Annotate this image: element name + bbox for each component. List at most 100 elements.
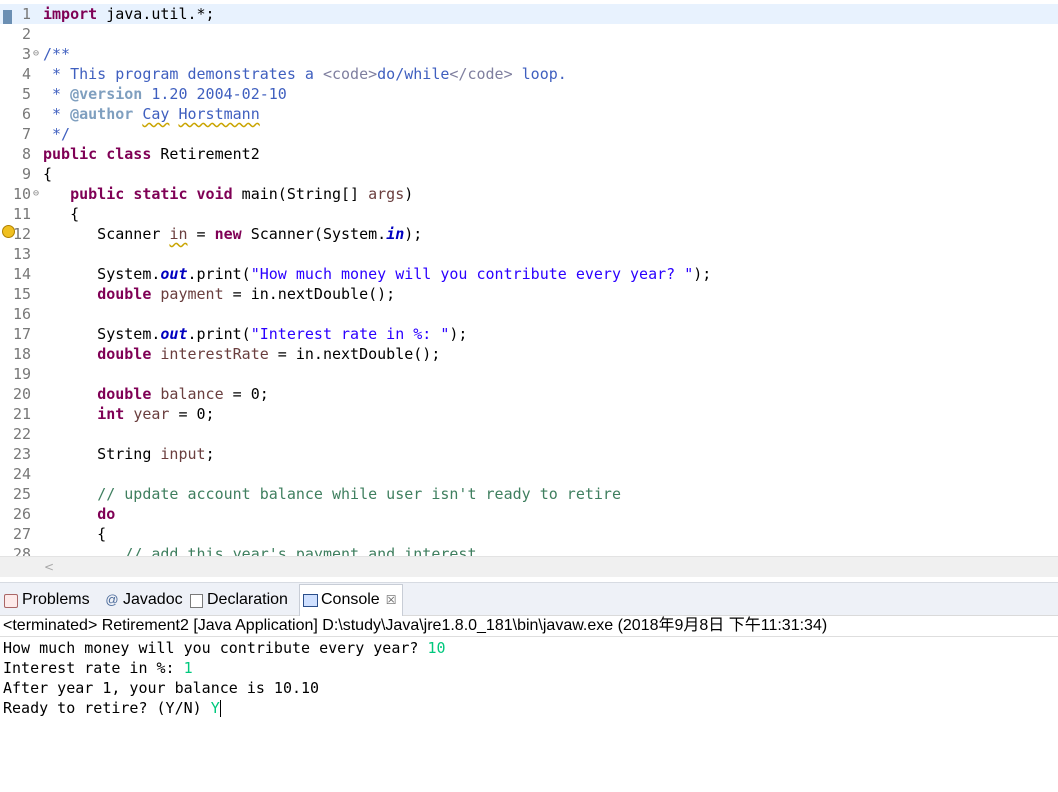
line-number: 27 <box>12 525 31 543</box>
code-text: System.out.print("Interest rate in %: ")… <box>43 325 468 343</box>
tab-declaration[interactable]: Declaration <box>188 586 288 614</box>
code-text: Scanner in = new Scanner(System.in); <box>43 225 423 243</box>
line-number: 5 <box>21 85 31 103</box>
code-text: double balance = 0; <box>97 385 269 403</box>
tab-problems[interactable]: Problems <box>3 586 90 614</box>
code-line[interactable]: 27 { <box>0 524 1058 544</box>
line-number: 2 <box>21 25 31 43</box>
bottom-panel: Problems @ Javadoc Declaration Console ☒ <ter… <box>0 582 1058 792</box>
code-line[interactable]: 4 * This program demonstrates a <code>do… <box>0 64 1058 84</box>
line-number: 4 <box>21 65 31 83</box>
console-user-input[interactable]: 1 <box>184 659 193 677</box>
line-number: 25 <box>12 485 31 503</box>
code-line[interactable]: 18 double interestRate = in.nextDouble()… <box>0 344 1058 364</box>
line-number: 11 <box>12 205 31 223</box>
line-number: 18 <box>12 345 31 363</box>
console-prompt-text: Ready to retire? (Y/N) <box>3 699 211 717</box>
code-text: // update account balance while user isn… <box>97 485 621 503</box>
line-number: 14 <box>12 265 31 283</box>
line-number: 15 <box>12 285 31 303</box>
code-editor[interactable]: 1 import java.util.*; 2 3 ⊖/** 4 * This progr… <box>0 0 1058 556</box>
console-status-line: <terminated> Retirement2 [Java Applicati… <box>0 616 1058 637</box>
line-number: 20 <box>12 385 31 403</box>
code-line[interactable]: 22 <box>0 424 1058 444</box>
code-text: * @author Cay Horstmann <box>43 105 260 123</box>
console-line: Ready to retire? (Y/N) Y <box>3 698 446 718</box>
code-line[interactable]: 11 { <box>0 204 1058 224</box>
code-line[interactable]: 13 <box>0 244 1058 264</box>
line-number: 16 <box>12 305 31 323</box>
code-text: System.out.print("How much money will yo… <box>43 265 712 283</box>
code-line[interactable]: 6 * @author Cay Horstmann <box>0 104 1058 124</box>
code-text: // add this year's payment and interest <box>124 545 477 556</box>
tab-label: Console <box>321 591 380 608</box>
console-prompt-text: After year 1, your balance is 10.10 <box>3 679 320 697</box>
line-number: 12 <box>12 225 31 243</box>
code-text: { <box>43 525 107 543</box>
code-line[interactable]: 12 Scanner in = new Scanner(System.in); <box>0 224 1058 244</box>
code-text: * @version 1.20 2004-02-10 <box>43 85 287 103</box>
code-text: double payment = in.nextDouble(); <box>97 285 396 303</box>
code-line[interactable]: 5 * @version 1.20 2004-02-10 <box>0 84 1058 104</box>
code-text: /** <box>43 45 71 63</box>
code-line[interactable]: 25 // update account balance while user … <box>0 484 1058 504</box>
code-line[interactable]: 20 double balance = 0; <box>0 384 1058 404</box>
console-line: Interest rate in %: 1 <box>3 658 446 678</box>
code-line[interactable]: 19 <box>0 364 1058 384</box>
console-user-input[interactable]: 10 <box>427 639 445 657</box>
code-line[interactable]: 28 // add this year's payment and intere… <box>0 544 1058 556</box>
fold-toggle-icon[interactable]: ⊖ <box>31 184 41 204</box>
code-text: { <box>43 165 53 183</box>
code-line[interactable]: 9{ <box>0 164 1058 184</box>
code-line[interactable]: 2 <box>0 24 1058 44</box>
console-icon <box>302 585 318 615</box>
tab-console[interactable]: Console ☒ <box>299 584 404 616</box>
tab-label: Javadoc <box>123 591 183 608</box>
code-line[interactable]: 14 System.out.print("How much money will… <box>0 264 1058 284</box>
code-line[interactable]: 3 ⊖/** <box>0 44 1058 64</box>
tab-label: Problems <box>22 591 90 608</box>
code-line[interactable]: 16 <box>0 304 1058 324</box>
line-number: 7 <box>21 125 31 143</box>
code-text: int year = 0; <box>97 405 215 423</box>
console-output[interactable]: How much money will you contribute every… <box>3 638 446 718</box>
line-number: 21 <box>12 405 31 423</box>
code-text: public class Retirement2 <box>43 145 260 163</box>
code-text: double interestRate = in.nextDouble(); <box>97 345 441 363</box>
line-number: 24 <box>12 465 31 483</box>
line-number: 10 <box>12 185 31 203</box>
code-line[interactable]: 26 do <box>0 504 1058 524</box>
code-text: { <box>43 205 80 223</box>
line-number: 22 <box>12 425 31 443</box>
line-number: 6 <box>21 105 31 123</box>
line-number: 3 <box>21 45 31 63</box>
console-prompt-text: Interest rate in %: <box>3 659 184 677</box>
editor-horizontal-scrollbar[interactable]: < <box>0 556 1058 577</box>
panel-tab-bar: Problems @ Javadoc Declaration Console ☒ <box>0 582 1058 616</box>
code-line[interactable]: 7 */ <box>0 124 1058 144</box>
code-text: do <box>97 505 116 523</box>
code-text: public static void main(String[] args) <box>70 185 414 203</box>
code-lines[interactable]: 1 import java.util.*; 2 3 ⊖/** 4 * This progr… <box>0 4 1058 556</box>
scroll-left-arrow-icon[interactable]: < <box>44 557 54 577</box>
tab-javadoc[interactable]: @ Javadoc <box>104 586 183 614</box>
code-line[interactable]: 23 String input; <box>0 444 1058 464</box>
console-line: After year 1, your balance is 10.10 <box>3 678 446 698</box>
console-user-input[interactable]: Y <box>211 699 220 717</box>
javadoc-icon: @ <box>105 592 119 607</box>
code-line[interactable]: 21 int year = 0; <box>0 404 1058 424</box>
line-number: 23 <box>12 445 31 463</box>
line-number: 26 <box>12 505 31 523</box>
code-line[interactable]: 17 System.out.print("Interest rate in %:… <box>0 324 1058 344</box>
code-line[interactable]: 8 public class Retirement2 <box>0 144 1058 164</box>
line-number: 17 <box>12 325 31 343</box>
code-line[interactable]: 10 ⊖ public static void main(String[] arg… <box>0 184 1058 204</box>
line-number: 28 <box>12 545 31 556</box>
close-icon[interactable]: ☒ <box>386 593 397 607</box>
code-line[interactable]: 15 double payment = in.nextDouble(); <box>0 284 1058 304</box>
code-line[interactable]: 1 import java.util.*; <box>0 4 1058 24</box>
code-text: import java.util.*; <box>43 5 215 23</box>
console-line: How much money will you contribute every… <box>3 638 446 658</box>
code-line[interactable]: 24 <box>0 464 1058 484</box>
fold-toggle-icon[interactable]: ⊖ <box>31 44 41 64</box>
